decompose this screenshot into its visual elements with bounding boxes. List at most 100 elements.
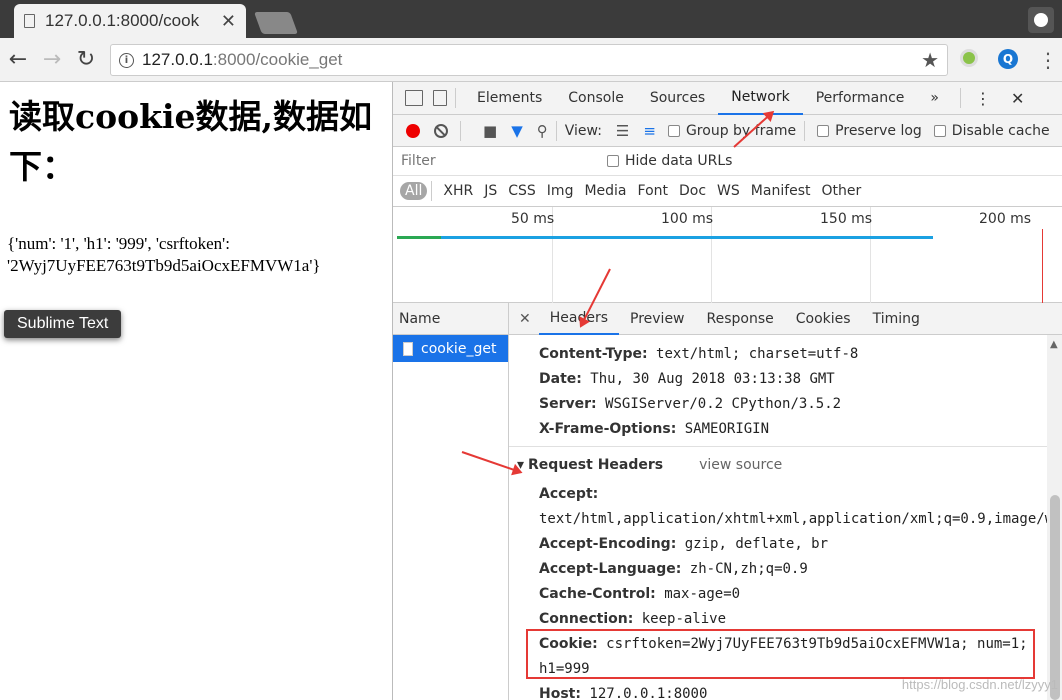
search-icon[interactable]: ⚲ [537, 122, 548, 140]
type-css[interactable]: CSS [504, 181, 540, 201]
browser-menu-icon[interactable]: ⋮ [1038, 48, 1058, 72]
header-line: X-Frame-Options: SAMEORIGIN [539, 421, 770, 437]
type-xhr[interactable]: XHR [439, 181, 477, 201]
inspect-icon[interactable] [405, 90, 423, 106]
type-all[interactable]: All [400, 182, 428, 200]
url-text[interactable]: 127.0.0.1:8000/cookie_get [142, 50, 921, 70]
load-marker [1042, 229, 1043, 303]
watermark: https://blog.csdn.net/lzyyy1 [901, 677, 1058, 692]
header-line: Date: Thu, 30 Aug 2018 03:13:38 GMT [539, 371, 835, 387]
waterfall-view-icon[interactable]: ≡ [643, 122, 656, 140]
view-source-link[interactable]: view source [699, 457, 782, 473]
scrollbar[interactable]: ▲ [1047, 335, 1062, 700]
tab-preview[interactable]: Preview [619, 303, 696, 335]
tooltip: Sublime Text [4, 310, 122, 338]
filter-input[interactable] [397, 150, 593, 172]
browser-tab[interactable]: 127.0.0.1:8000/cook ✕ [14, 4, 246, 38]
record-icon[interactable] [406, 123, 420, 138]
type-ws[interactable]: WS [713, 181, 744, 201]
disable-cache-checkbox[interactable] [933, 124, 946, 137]
new-tab-button[interactable] [253, 12, 299, 34]
device-toolbar-icon[interactable] [433, 90, 447, 106]
clear-icon[interactable] [434, 123, 448, 138]
devtools-menu-icon[interactable]: ⋮ [975, 89, 991, 108]
person-icon[interactable] [1028, 7, 1054, 33]
view-label: View: [564, 122, 602, 139]
cookie-highlight-box [526, 629, 1035, 679]
timing-bar-download [441, 236, 933, 239]
scroll-up-icon[interactable]: ▲ [1050, 339, 1058, 350]
tab-title: 127.0.0.1:8000/cook [45, 11, 200, 30]
request-headers-section[interactable]: ▾ Request Headers view source [509, 446, 1047, 482]
forward-icon[interactable]: → [36, 44, 68, 76]
name-column-header[interactable]: Name [393, 303, 508, 335]
page-content: 读取cookie数据,数据如下： {'num': '1', 'h1': '999… [0, 82, 392, 700]
tab-performance[interactable]: Performance [803, 82, 918, 115]
header-line: Cache-Control: max-age=0 [539, 586, 741, 602]
info-icon[interactable]: i [119, 52, 134, 68]
group-by-frame-label: Group by frame [685, 122, 797, 139]
hide-data-urls-checkbox[interactable] [607, 155, 619, 167]
bookmark-star-icon[interactable]: ★ [921, 48, 939, 72]
close-devtools-icon[interactable]: ✕ [1011, 89, 1024, 108]
reload-icon[interactable]: ↻ [70, 44, 102, 76]
tab-cookies[interactable]: Cookies [785, 303, 862, 335]
tab-sources[interactable]: Sources [637, 82, 718, 115]
request-row[interactable]: cookie_get [393, 335, 508, 362]
filter-icon[interactable]: ▼ [511, 122, 523, 140]
devtools-tabs: Elements Console Sources Network Perform… [393, 82, 1062, 115]
tick-150ms: 150 ms [820, 211, 873, 227]
page-icon [24, 14, 35, 28]
header-line: Accept-Language: zh-CN,zh;q=0.9 [539, 561, 808, 577]
hide-data-urls-label: Hide data URLs [625, 153, 733, 169]
request-name: cookie_get [421, 340, 497, 357]
document-icon [403, 341, 413, 356]
cookie-output: {'num': '1', 'h1': '999', 'csrftoken': '… [7, 234, 321, 275]
tab-strip: 127.0.0.1:8000/cook ✕ [0, 0, 1062, 38]
request-list: Name cookie_get [393, 303, 509, 700]
type-other[interactable]: Other [818, 181, 866, 201]
tick-100ms: 100 ms [661, 211, 714, 227]
list-view-icon[interactable]: ☰ [616, 122, 629, 140]
network-toolbar: ■ ▼ ⚲ View: ☰ ≡ Group by frame Preserve … [393, 115, 1062, 147]
detail-tabs: ✕ Headers Preview Response Cookies Timin… [509, 303, 1062, 335]
tab-response[interactable]: Response [696, 303, 785, 335]
tab-timing[interactable]: Timing [862, 303, 931, 335]
close-details-icon[interactable]: ✕ [519, 311, 531, 327]
browser-toolbar: ← → ↻ i 127.0.0.1:8000/cookie_get ★ [0, 38, 1062, 82]
type-font[interactable]: Font [634, 181, 672, 201]
type-manifest[interactable]: Manifest [747, 181, 815, 201]
extension-q-icon[interactable]: Q [998, 49, 1018, 69]
screenshot-icon[interactable]: ■ [483, 122, 497, 140]
type-js[interactable]: JS [480, 181, 501, 201]
timing-bar-waiting [397, 236, 441, 239]
devtools-panel: Elements Console Sources Network Perform… [392, 82, 1062, 700]
header-line: Accept-Encoding: gzip, deflate, br [539, 536, 829, 552]
preserve-log-checkbox[interactable] [817, 124, 830, 137]
scroll-thumb[interactable] [1050, 495, 1060, 700]
tab-elements[interactable]: Elements [464, 82, 555, 115]
type-doc[interactable]: Doc [675, 181, 710, 201]
tab-network[interactable]: Network [718, 82, 803, 115]
back-icon[interactable]: ← [2, 44, 34, 76]
more-tabs-icon[interactable]: » [917, 82, 952, 115]
address-bar[interactable]: i 127.0.0.1:8000/cookie_get ★ [110, 44, 948, 76]
preserve-log-label: Preserve log [835, 122, 922, 139]
network-overview[interactable]: 50 ms 100 ms 150 ms 200 ms [393, 207, 1062, 303]
resource-type-filters: All XHR JS CSS Img Media Font Doc WS Man… [393, 176, 1062, 207]
tick-50ms: 50 ms [511, 211, 555, 227]
filter-row: Hide data URLs [393, 147, 1062, 176]
tick-200ms: 200 ms [979, 211, 1032, 227]
extension-icon[interactable] [960, 49, 978, 67]
header-line: Server: WSGIServer/0.2 CPython/3.5.2 [539, 396, 842, 412]
type-img[interactable]: Img [543, 181, 578, 201]
type-media[interactable]: Media [580, 181, 630, 201]
disable-cache-label: Disable cache [951, 122, 1050, 139]
group-by-frame-checkbox[interactable] [667, 124, 680, 137]
request-headers-title: Request Headers [528, 456, 664, 473]
page-heading: 读取cookie数据,数据如下： [9, 97, 372, 186]
header-line: Content-Type: text/html; charset=utf-8 [539, 346, 859, 362]
tab-console[interactable]: Console [555, 82, 637, 115]
header-line: Accept: text/html,application/xhtml+xml,… [539, 486, 1047, 527]
close-tab-icon[interactable]: ✕ [221, 11, 236, 32]
